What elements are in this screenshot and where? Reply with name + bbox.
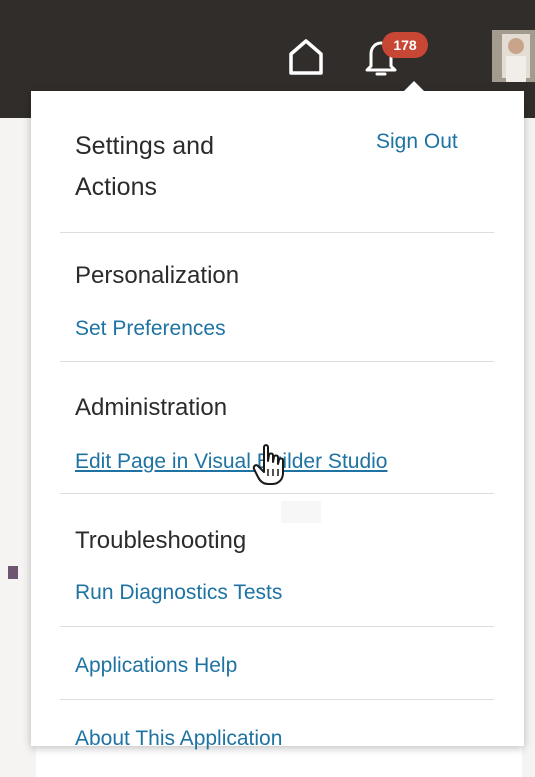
divider	[60, 361, 494, 362]
set-preferences-link[interactable]: Set Preferences	[75, 317, 226, 341]
divider	[60, 493, 494, 494]
user-avatar[interactable]	[492, 30, 535, 82]
divider	[60, 232, 494, 233]
applications-help-link[interactable]: Applications Help	[75, 654, 237, 678]
menu-caret	[404, 81, 424, 91]
hand-pointer-cursor-icon	[252, 444, 284, 485]
avatar-image	[492, 30, 535, 82]
notifications-button[interactable]: 178	[363, 32, 438, 82]
hover-shadow	[281, 501, 321, 523]
troubleshooting-heading: Troubleshooting	[75, 527, 247, 554]
administration-heading: Administration	[75, 394, 228, 421]
edit-page-in-visual-builder-studio-link[interactable]: Edit Page in Visual Builder Studio	[75, 450, 387, 474]
run-diagnostics-tests-link[interactable]: Run Diagnostics Tests	[75, 581, 282, 605]
menu-title: Settings and Actions	[75, 132, 214, 201]
sign-out-link[interactable]: Sign Out	[376, 130, 458, 154]
about-this-application-link[interactable]: About This Application	[75, 727, 282, 751]
divider	[60, 699, 494, 700]
settings-actions-menu: Settings and Actions Sign Out Personaliz…	[31, 81, 524, 750]
notification-count-badge: 178	[382, 32, 428, 58]
background-thumbnail	[8, 566, 18, 579]
personalization-heading: Personalization	[75, 262, 240, 289]
home-icon[interactable]	[287, 37, 325, 77]
divider	[60, 626, 494, 627]
